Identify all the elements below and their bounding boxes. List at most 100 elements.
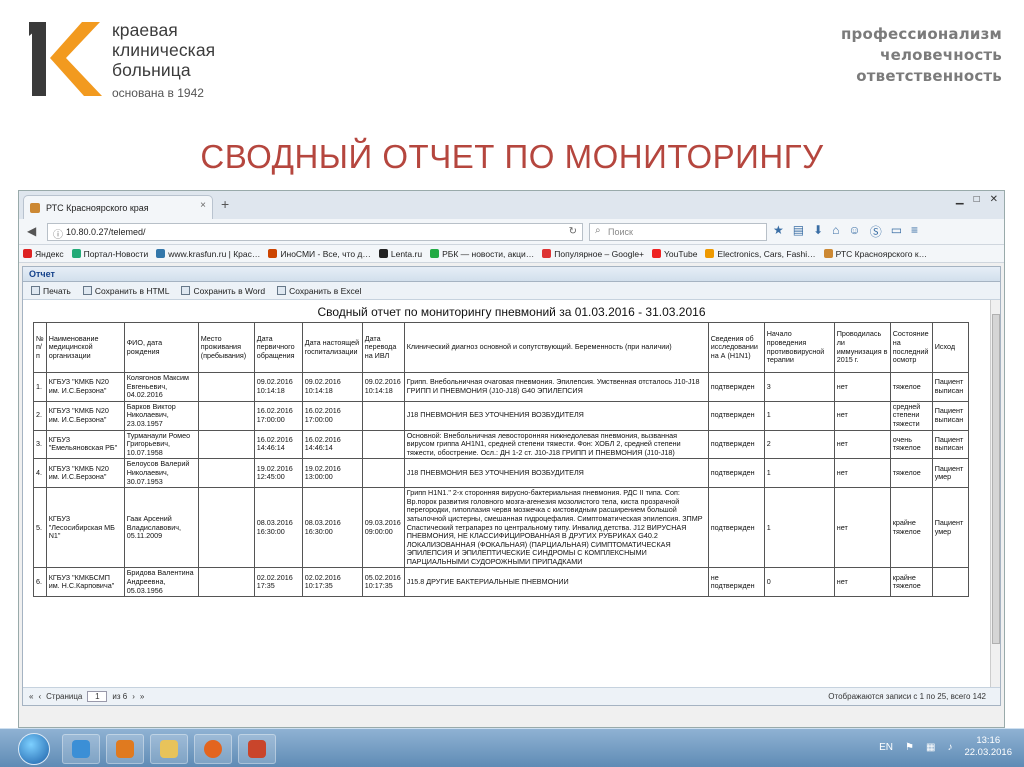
bookmark-label: YouTube: [664, 248, 698, 259]
close-tab-icon[interactable]: ×: [200, 200, 206, 211]
bookmark-favicon-icon: [823, 249, 833, 258]
table-row[interactable]: 3. КГБУЗ "Емельяновская РБ" Турманаули Ром…: [33, 429, 969, 460]
extension-icon[interactable]: ▭: [891, 223, 902, 240]
table-row[interactable]: 4. КГБУЗ "КМКБ N20 им. И.С.Берзона" Белоус…: [33, 458, 969, 489]
prev-page-icon[interactable]: ‹: [38, 692, 41, 701]
state-cell: тяжелое: [889, 458, 933, 489]
scrollbar-thumb[interactable]: [992, 314, 1000, 644]
bookmark-item[interactable]: Портал-Новости: [71, 249, 148, 259]
hospital-name-line: больница: [112, 60, 191, 80]
last-page-icon[interactable]: »: [140, 692, 144, 701]
clock[interactable]: 13:16 22.03.2016: [964, 735, 1012, 759]
bookmark-favicon-icon: [268, 249, 278, 258]
downloads-icon[interactable]: ⬇: [813, 223, 823, 240]
search-input[interactable]: ⌕ Поиск: [589, 223, 767, 241]
menu-icon[interactable]: ≡: [911, 223, 918, 240]
patient-cell: Барков Виктор Николаевич, 23.03.1957: [123, 400, 199, 431]
vertical-scrollbar[interactable]: [990, 300, 1000, 688]
report-table: № п/п Наименование медицинской организаци…: [33, 322, 969, 598]
close-window-icon[interactable]: ✕: [990, 194, 998, 205]
bookmark-item[interactable]: Lenta.ru: [378, 249, 422, 259]
save-excel-button[interactable]: Сохранить в Excel: [277, 286, 361, 296]
save-html-button[interactable]: Сохранить в HTML: [82, 286, 169, 296]
word-icon: [181, 286, 191, 295]
column-header: Исход: [931, 322, 969, 373]
back-icon[interactable]: ◀: [27, 224, 36, 238]
navigation-bar: ◀ ⓘ 10.80.0.27/telemed/ ↻ ⌕ Поиск ★ ▤ ⬇ …: [19, 219, 1004, 245]
chat-icon[interactable]: ☺: [848, 223, 860, 240]
founded-text: основана в 1942: [112, 86, 204, 100]
org-cell: КГБУЗ "Лесосибирская МБ N1": [45, 487, 125, 569]
folder-icon: [160, 740, 178, 758]
bookmark-item[interactable]: Популярное – Google+: [542, 249, 644, 259]
bookmark-item[interactable]: РТС Красноярского к…: [823, 249, 927, 259]
taskbar-explorer[interactable]: [150, 734, 188, 764]
taskbar-ie[interactable]: [62, 734, 100, 764]
reload-icon[interactable]: ↻: [569, 226, 577, 237]
immunization-cell: нет: [833, 458, 891, 489]
taskbar-powerpoint[interactable]: [238, 734, 276, 764]
column-header: № п/п: [33, 322, 47, 373]
h1n1-cell: подтвержден: [707, 400, 765, 431]
save-word-button[interactable]: Сохранить в Word: [181, 286, 265, 296]
home-icon[interactable]: ⌂: [832, 223, 839, 240]
network-icon[interactable]: ▦: [926, 742, 935, 753]
hospitalization-cell: 02.02.2016 10:17:35: [301, 567, 363, 598]
page-label: Страница: [46, 692, 83, 701]
clock-time: 13:16: [976, 735, 1001, 746]
next-page-icon[interactable]: ›: [132, 692, 135, 701]
outcome-cell: Пациент выписан: [931, 429, 969, 460]
bookmark-item[interactable]: РБК — новости, акци…: [430, 249, 534, 259]
table-row[interactable]: 2. КГБУЗ "КМКБ N20 им. И.С.Берзона" Барков…: [33, 400, 969, 431]
hospitalization-cell: 09.02.2016 10:14:18: [301, 372, 363, 402]
org-cell: КГБУЗ "КМКБ N20 им. И.С.Берзона": [45, 400, 125, 431]
address-bar[interactable]: ⓘ 10.80.0.27/telemed/ ↻: [47, 223, 583, 241]
start-button[interactable]: [18, 733, 50, 765]
page-input[interactable]: 1: [87, 691, 108, 702]
first-page-icon[interactable]: «: [29, 692, 33, 701]
table-row[interactable]: 6. КГБУЗ "КМКБСМП им. Н.С.Карповича" Бридо…: [33, 567, 969, 598]
table-row[interactable]: 1. КГБУЗ "КМКБ N20 им. И.С.Берзона" Коляго…: [33, 372, 969, 402]
skype-icon[interactable]: Ⓢ: [870, 223, 882, 240]
first-visit-cell: 19.02.2016 12:45:00: [253, 458, 303, 489]
h1n1-cell: подтвержден: [707, 487, 765, 569]
bookmark-favicon-icon: [542, 249, 552, 258]
antiviral-start-cell: 1: [763, 458, 835, 489]
language-indicator[interactable]: EN: [879, 742, 893, 753]
h1n1-cell: подтвержден: [707, 429, 765, 460]
browser-tab[interactable]: РТС Красноярского края ×: [23, 195, 213, 219]
records-status: Отображаются записи с 1 по 25, всего 142: [828, 692, 986, 701]
flag-icon[interactable]: ⚑: [905, 742, 914, 753]
column-header: Проводилась ли иммунизация в 2015 г.: [833, 322, 891, 373]
new-tab-button[interactable]: +: [221, 196, 229, 212]
bookmark-item[interactable]: Electronics, Cars, Fashi…: [705, 249, 816, 259]
ventilation-cell: [361, 458, 405, 489]
residence-cell: [197, 567, 255, 598]
maximize-icon[interactable]: □: [974, 194, 980, 205]
table-row[interactable]: 5. КГБУЗ "Лесосибирская МБ N1" Гаак Арсени…: [33, 487, 969, 569]
tab-title: РТС Красноярского края: [46, 202, 149, 213]
ventilation-cell: [361, 429, 405, 460]
antiviral-start-cell: 1: [763, 487, 835, 569]
bookmark-item[interactable]: ИноСМИ - Все, что д…: [268, 249, 371, 259]
minimize-icon[interactable]: ▁: [956, 194, 964, 205]
tab-strip: РТС Красноярского края × + ▁ □ ✕: [19, 191, 1004, 219]
media-player-icon: [116, 740, 134, 758]
taskbar-firefox[interactable]: [194, 734, 232, 764]
bookmark-item[interactable]: www.krasfun.ru | Крас…: [156, 249, 260, 259]
state-cell: тяжелое: [889, 372, 933, 402]
system-tray: EN ⚑ ▦ ♪ 13:16 22.03.2016: [879, 735, 1012, 759]
column-header: Наименование медицинской организации: [45, 322, 125, 373]
report-window: Отчет Печать Сохранить в HTML Сохранить …: [22, 266, 1001, 706]
bookmark-item[interactable]: Яндекс: [23, 249, 64, 259]
bookmark-item[interactable]: YouTube: [652, 249, 697, 259]
volume-icon[interactable]: ♪: [947, 742, 952, 753]
browser-window: РТС Красноярского края × + ▁ □ ✕ ◀ ⓘ 10.…: [18, 190, 1005, 728]
url-text: 10.80.0.27/telemed/: [66, 227, 146, 237]
row-number: 6.: [33, 567, 47, 598]
print-button[interactable]: Печать: [31, 286, 71, 296]
site-info-icon[interactable]: ⓘ: [53, 226, 63, 241]
bookmark-star-icon[interactable]: ★: [773, 223, 784, 240]
taskbar-media-player[interactable]: [106, 734, 144, 764]
reading-list-icon[interactable]: ▤: [793, 223, 804, 240]
